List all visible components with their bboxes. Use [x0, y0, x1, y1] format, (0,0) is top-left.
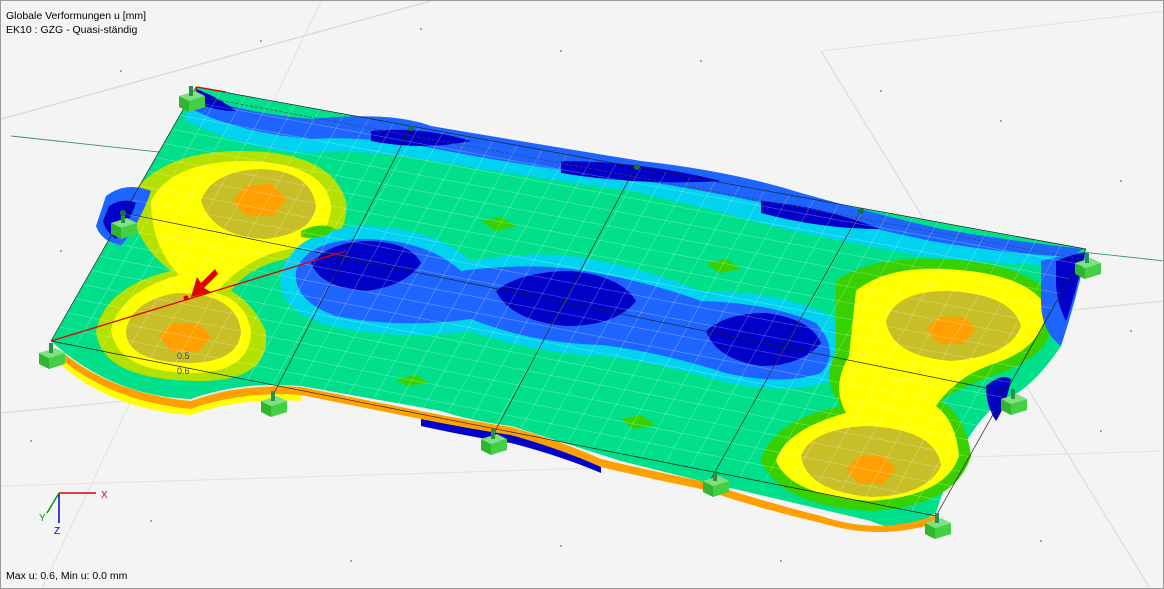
- contour-label-b: 0.6: [177, 366, 190, 376]
- result-title: Globale Verformungen u [mm]: [6, 10, 147, 22]
- axis-z-label: Z: [54, 526, 60, 537]
- result-summary: Max u: 0.6, Min u: 0.0 mm: [6, 570, 128, 582]
- 3d-viewport[interactable]: 0.5 0.6 X Y Z Globale Verformungen u [mm…: [0, 0, 1164, 589]
- load-case-label: EK10 : GZG - Quasi-ständig: [6, 24, 138, 36]
- deformation-contour: [51, 87, 1086, 532]
- axis-x-label: X: [101, 490, 108, 501]
- axis-y-label: Y: [39, 513, 46, 524]
- contour-label-a: 0.5: [177, 351, 190, 361]
- model-view[interactable]: 0.5 0.6 X Y Z: [1, 1, 1164, 589]
- axis-triad: X Y Z: [39, 490, 108, 537]
